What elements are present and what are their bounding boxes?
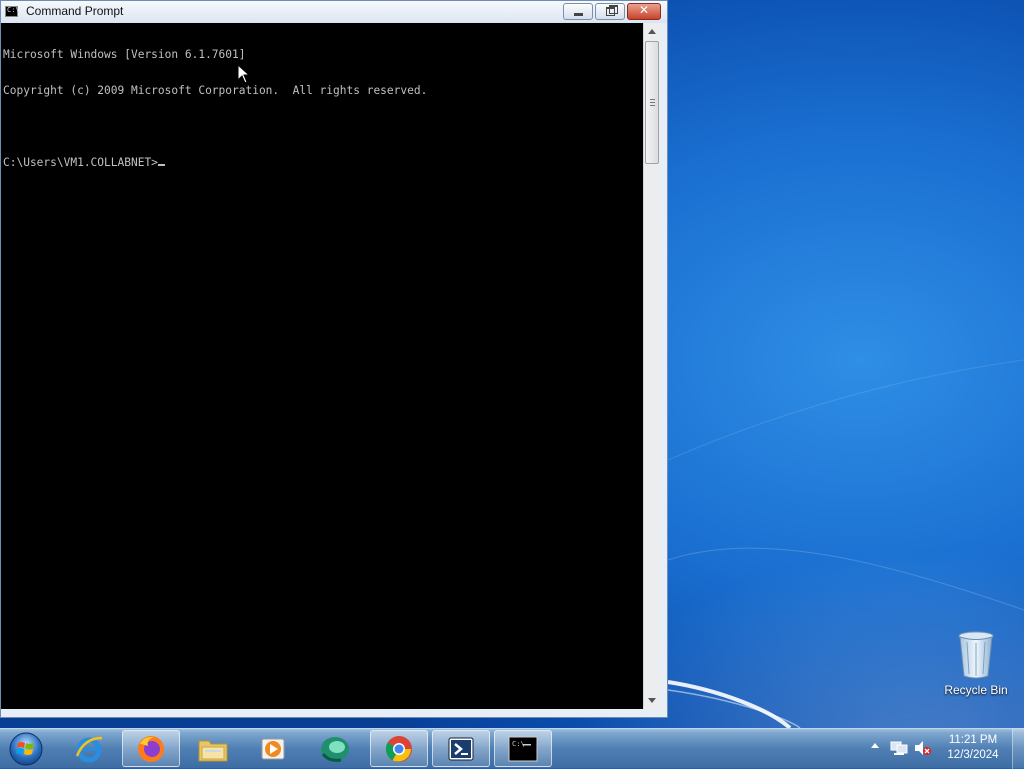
window-bottom-border[interactable] [1,709,667,717]
show-hidden-icons-arrow[interactable] [871,743,879,748]
taskbar-command-prompt[interactable]: C:\ [494,730,552,767]
taskbar-powershell[interactable] [432,730,490,767]
recycle-bin-icon [958,631,994,679]
minimize-icon [574,13,583,16]
title-bar[interactable]: C:\ Command Prompt ✕ [1,1,667,23]
media-player-icon [261,738,285,759]
cmd-window-icon[interactable]: C:\ [5,6,20,17]
green-app-icon [321,736,349,762]
restore-icon [606,7,615,16]
recycle-bin-desktop-icon[interactable]: Recycle Bin [940,628,1012,700]
network-icon[interactable] [890,740,908,756]
cmd-icon: C:\ [508,736,538,761]
restore-button[interactable] [595,3,625,20]
taskbar-green-app[interactable] [306,730,364,767]
prompt-line: C:\Users\VM1.COLLABNET> [3,157,641,169]
window-title: Command Prompt [26,4,124,18]
folder-icon [198,740,228,761]
vertical-scrollbar[interactable] [643,23,660,709]
system-tray: 11:21 PM 12/3/2024 [860,729,1024,769]
taskbar-firefox[interactable] [122,730,180,767]
console-line: Microsoft Windows [Version 6.1.7601] [3,48,246,61]
taskbar-file-explorer[interactable] [184,730,242,767]
cmd-icon-text: C:\ [7,6,20,14]
close-icon: ✕ [638,3,650,17]
clock-date: 12/3/2024 [947,749,999,761]
powershell-icon [448,737,474,760]
volume-muted-icon[interactable] [914,740,932,756]
console-line: Copyright (c) 2009 Microsoft Corporation… [3,84,428,97]
console-output[interactable]: Microsoft Windows [Version 6.1.7601] Cop… [1,23,643,709]
close-button[interactable]: ✕ [627,3,661,20]
firefox-icon [138,735,164,762]
taskbar-chrome[interactable] [370,730,428,767]
taskbar-media-player[interactable] [244,730,302,767]
text-cursor [157,164,165,166]
scroll-thumb[interactable] [645,41,659,164]
command-prompt-path: C:\Users\VM1.COLLABNET> [3,156,158,169]
command-prompt-window[interactable]: C:\ Command Prompt ✕ Microsoft Windows [… [0,0,668,718]
svg-text:C:\: C:\ [512,740,525,748]
minimize-button[interactable] [563,3,593,20]
recycle-bin-label: Recycle Bin [944,683,1008,697]
clock[interactable]: 11:21 PM 12/3/2024 [936,733,1010,763]
up-arrow-icon [648,29,656,34]
windows-start-orb-icon [9,732,43,766]
grip-icon [650,99,655,106]
show-desktop-button[interactable] [1012,729,1024,769]
down-arrow-icon [648,698,656,703]
chrome-icon [385,735,412,762]
start-button[interactable] [6,730,46,768]
internet-explorer-icon [75,736,103,762]
scroll-down-button[interactable] [644,692,660,709]
clock-time: 11:21 PM [948,734,998,746]
scroll-up-button[interactable] [644,23,660,40]
taskbar-internet-explorer[interactable] [60,730,118,767]
mouse-pointer-icon [237,64,251,84]
taskbar: C:\ 11:21 PM 12/3/2024 [0,728,1024,769]
